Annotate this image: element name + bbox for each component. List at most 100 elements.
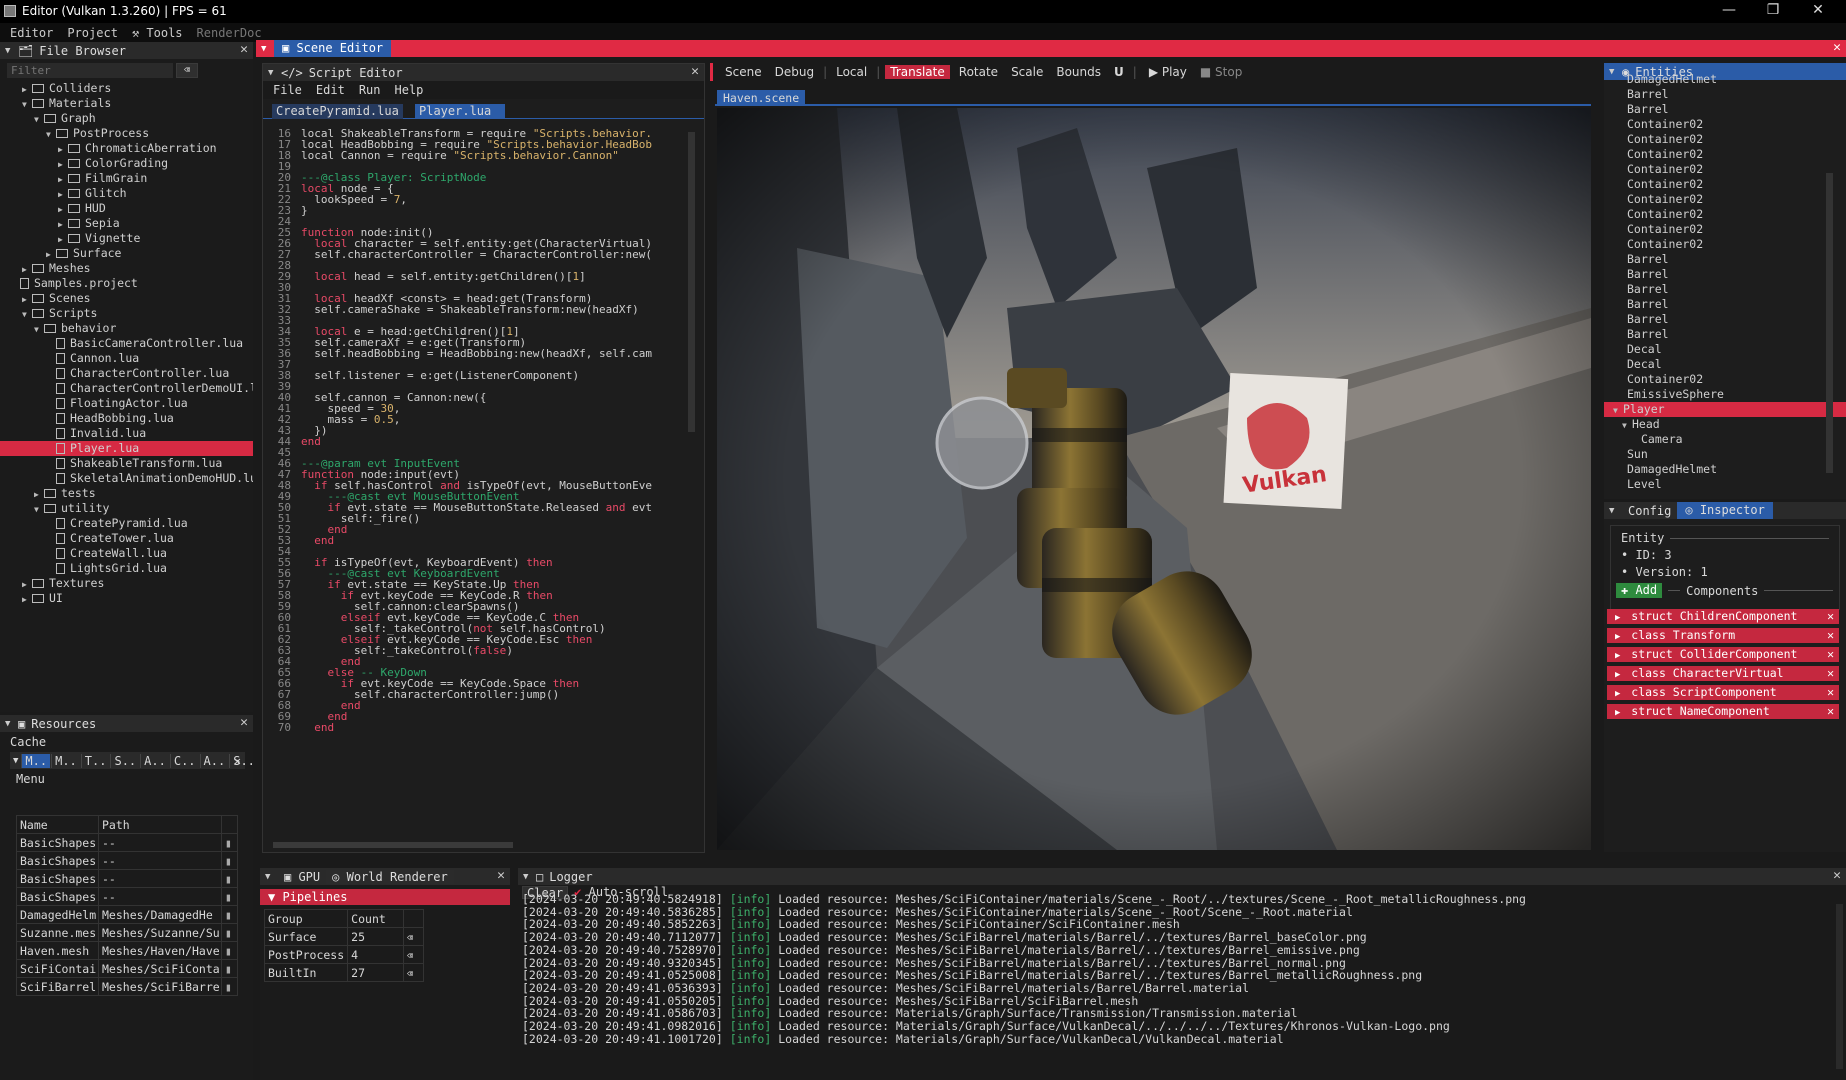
entity-item[interactable]: Decal — [1604, 357, 1846, 372]
file-tree-item[interactable]: ▶ HUD — [0, 201, 253, 216]
remove-component-icon[interactable]: ✕ — [1827, 666, 1834, 681]
code-view[interactable]: 16 local ShakeableTransform = require "Sc… — [267, 128, 687, 841]
table-row[interactable]: Suzanne.mes Meshes/Suzanne/Su ▮ — [16, 923, 238, 942]
resource-tab[interactable]: M.. — [21, 753, 51, 768]
delete-icon[interactable]: ▮ — [225, 890, 232, 904]
tab-world-renderer[interactable]: ◎ World Renderer — [326, 869, 454, 884]
file-tree-item[interactable]: ▶ Scenes — [0, 291, 253, 306]
table-row[interactable]: BasicShapes -- ▮ — [16, 887, 238, 906]
pipelines-section[interactable]: ▼ Pipelines — [260, 889, 510, 905]
entity-item[interactable]: Sun — [1604, 447, 1846, 462]
snap-icon[interactable]: U — [1110, 65, 1128, 79]
table-row[interactable]: BasicShapes -- ▮ — [16, 851, 238, 870]
rebuild-icon[interactable]: ⌫ — [407, 951, 413, 962]
file-tree-item[interactable]: ▶ Glitch — [0, 186, 253, 201]
file-tree-item[interactable]: ▶ Surface — [0, 246, 253, 261]
menu-renderdoc[interactable]: RenderDoc — [197, 26, 262, 40]
menu-tools[interactable]: ⚒ Tools — [132, 26, 183, 40]
file-tree-item[interactable]: ▼ behavior — [0, 321, 253, 336]
debug-menu[interactable]: Debug — [771, 65, 818, 79]
file-tree-item[interactable]: ▼ Materials — [0, 96, 253, 111]
script-menu-run[interactable]: Run — [359, 83, 381, 97]
file-tree-item[interactable]: ▶ Meshes — [0, 261, 253, 276]
component-header[interactable]: ▶ struct ColliderComponent ✕ — [1607, 647, 1839, 662]
close-icon[interactable]: ✕ — [234, 754, 241, 768]
file-tree-item[interactable]: SkeletalAnimationDemoHUD.lua — [0, 471, 253, 486]
script-menu-edit[interactable]: Edit — [316, 83, 345, 97]
scene-viewport[interactable]: Vulkan — [717, 108, 1591, 850]
close-icon[interactable]: ✕ — [240, 715, 248, 730]
entity-item[interactable]: Container02 — [1604, 132, 1846, 147]
component-header[interactable]: ▶ struct NameComponent ✕ — [1607, 704, 1839, 719]
collapse-icon[interactable]: ▼ — [523, 872, 532, 882]
entity-item[interactable]: Barrel — [1604, 282, 1846, 297]
file-tree-item[interactable]: ▼ Graph — [0, 111, 253, 126]
entity-item[interactable]: Container02 — [1604, 177, 1846, 192]
component-header[interactable]: ▶ struct ChildrenComponent ✕ — [1607, 609, 1839, 624]
entity-item[interactable]: EmissiveSphere — [1604, 387, 1846, 402]
file-tree-item[interactable]: LightsGrid.lua — [0, 561, 253, 576]
resource-tab[interactable]: T.. — [80, 753, 110, 768]
scene-menu[interactable]: Scene — [721, 65, 766, 79]
entity-item[interactable]: DamagedHelmet — [1604, 462, 1846, 477]
entity-item[interactable]: Container02 — [1604, 207, 1846, 222]
delete-icon[interactable]: ▮ — [225, 926, 232, 940]
table-row[interactable]: BasicShapes -- ▮ — [16, 869, 238, 888]
file-tree-item[interactable]: Samples.project — [0, 276, 253, 291]
file-tree-item[interactable]: ▼ Scripts — [0, 306, 253, 321]
delete-icon[interactable]: ▮ — [225, 854, 232, 868]
entity-item[interactable]: Container02 — [1604, 192, 1846, 207]
menu-editor[interactable]: Editor — [10, 26, 53, 40]
resource-tab[interactable]: M.. — [51, 753, 80, 768]
menu-project[interactable]: Project — [67, 26, 118, 40]
close-icon[interactable]: ✕ — [1833, 868, 1841, 883]
file-tree-item[interactable]: CreateWall.lua — [0, 546, 253, 561]
rebuild-icon[interactable]: ⌫ — [407, 969, 413, 980]
file-tree-item[interactable]: ▶ Colliders — [0, 81, 253, 96]
entity-item[interactable]: Barrel — [1604, 102, 1846, 117]
file-tree-item[interactable]: ▶ Vignette — [0, 231, 253, 246]
delete-icon[interactable]: ▮ — [225, 980, 232, 994]
file-tree-item[interactable]: BasicCameraController.lua — [0, 336, 253, 351]
script-menu-file[interactable]: File — [273, 83, 302, 97]
collapse-icon[interactable]: ▼ — [1609, 506, 1618, 516]
close-icon[interactable]: ✕ — [497, 868, 505, 883]
file-tree-item[interactable]: CharacterController.lua — [0, 366, 253, 381]
entity-item[interactable]: Container02 — [1604, 222, 1846, 237]
file-tree-item[interactable]: CreatePyramid.lua — [0, 516, 253, 531]
component-header[interactable]: ▶ class ScriptComponent ✕ — [1607, 685, 1839, 700]
entity-item[interactable]: Container02 — [1604, 372, 1846, 387]
clear-filter-icon[interactable]: ⌫ — [176, 63, 198, 78]
entity-item[interactable]: Barrel — [1604, 297, 1846, 312]
file-tree-item[interactable]: Cannon.lua — [0, 351, 253, 366]
maximize-button[interactable]: ❐ — [1751, 2, 1795, 21]
minimize-button[interactable]: — — [1707, 2, 1751, 21]
entity-item[interactable]: Barrel — [1604, 267, 1846, 282]
collapse-icon[interactable]: ▼ — [265, 872, 274, 882]
entity-item[interactable]: Barrel — [1604, 327, 1846, 342]
delete-icon[interactable]: ▮ — [225, 836, 232, 850]
collapse-icon[interactable]: ▼ — [268, 68, 277, 78]
play-button[interactable]: ▶ Play — [1145, 65, 1191, 79]
entity-item[interactable]: ▼ Head — [1604, 417, 1846, 432]
file-tree-item[interactable]: CharacterControllerDemoUI.lu — [0, 381, 253, 396]
collapse-icon[interactable]: ▼ — [5, 719, 14, 729]
table-row[interactable]: BasicShapes -- ▮ — [16, 833, 238, 852]
filter-input[interactable] — [7, 63, 173, 78]
file-tree-item[interactable]: ▶ ChromaticAberration — [0, 141, 253, 156]
delete-icon[interactable]: ▮ — [225, 908, 232, 922]
rotate-button[interactable]: Rotate — [955, 65, 1002, 79]
log-scrollbar[interactable] — [1836, 904, 1843, 1069]
file-tree-item[interactable]: ▶ FilmGrain — [0, 171, 253, 186]
delete-icon[interactable]: ▮ — [225, 944, 232, 958]
scene-editor-tab[interactable]: ▣ Scene Editor — [274, 40, 392, 57]
tab-create-pyramid[interactable]: CreatePyramid.lua — [272, 104, 403, 119]
entity-item[interactable]: Barrel — [1604, 87, 1846, 102]
entities-scrollbar[interactable] — [1826, 173, 1833, 473]
script-menu-help[interactable]: Help — [395, 83, 424, 97]
remove-component-icon[interactable]: ✕ — [1827, 685, 1834, 700]
table-row[interactable]: SciFiContai Meshes/SciFiConta ▮ — [16, 959, 238, 978]
file-tree-item[interactable]: CreateTower.lua — [0, 531, 253, 546]
entity-item[interactable]: Barrel — [1604, 252, 1846, 267]
entity-item[interactable]: Level — [1604, 477, 1846, 492]
